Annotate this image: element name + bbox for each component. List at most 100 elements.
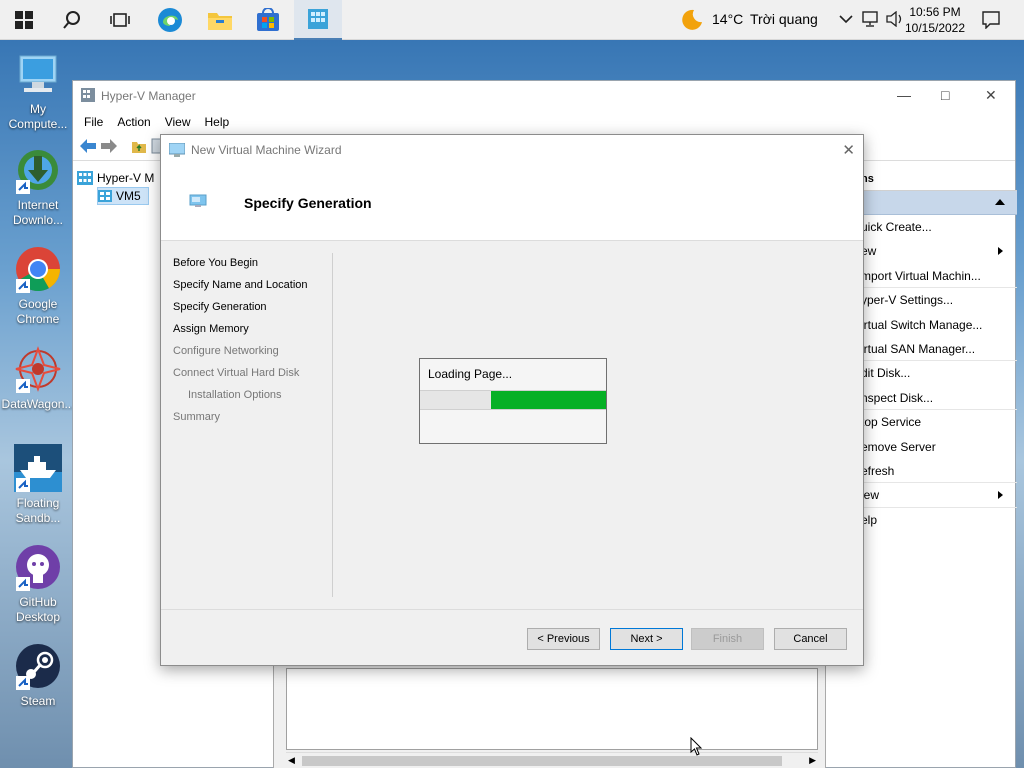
desktop-icon-my-computer[interactable]: My Compute... [0,50,76,132]
minimize-icon[interactable]: — [897,87,911,103]
desktop-icon-label: Floating Sandb... [15,496,61,525]
forward-arrow-icon[interactable] [100,138,118,157]
collapse-arrow-icon[interactable] [995,199,1005,205]
up-folder-icon[interactable] [131,138,147,157]
step-specify-generation[interactable]: Specify Generation [173,299,333,321]
desktop-icon-google-chrome[interactable]: Google Chrome [0,245,76,327]
desktop-icon-datawagon[interactable]: DataWagon... [0,345,76,412]
store-icon[interactable] [244,0,292,40]
chevron-up-icon[interactable] [839,12,853,29]
step-assign-memory[interactable]: Assign Memory [173,321,333,343]
desktop-icon-label: DataWagon... [1,397,75,411]
action-virtual-san-manager[interactable]: irtual SAN Manager... [857,337,1017,362]
hyperv-menu-bar: File Action View Help [73,111,1015,133]
hyperv-server-icon [77,171,93,185]
previous-button[interactable]: < Previous [527,628,600,650]
action-virtual-switch-manager[interactable]: irtual Switch Manage... [857,313,1017,337]
weather-temp[interactable]: 14°C [712,11,743,27]
download-manager-icon [14,146,62,194]
wizard-steps: Before You Begin Specify Name and Locati… [173,255,333,431]
desktop-icon-label: Steam [20,694,56,708]
horizontal-scrollbar[interactable]: ◀ ▶ [286,752,818,768]
desktop-icon-label: GitHub Desktop [15,595,61,624]
action-new[interactable]: ew [857,239,1017,263]
network-icon[interactable] [862,11,880,30]
task-view-icon[interactable] [96,0,144,40]
step-specify-name-location[interactable]: Specify Name and Location [173,277,333,299]
desktop-icon-internet-download[interactable]: Internet Downlo... [0,146,76,228]
steam-icon [14,642,62,690]
menu-help[interactable]: Help [198,115,237,129]
menu-view[interactable]: View [158,115,198,129]
action-import-vm[interactable]: mport Virtual Machin... [857,264,1017,289]
cancel-button[interactable]: Cancel [774,628,847,650]
tree-root-label: Hyper-V M [97,171,155,185]
clock[interactable]: 10:56 PM 10/15/2022 [900,4,970,36]
action-refresh[interactable]: efresh [857,459,1017,484]
hyperv-title: Hyper-V Manager [101,89,196,103]
hyperv-tree: Hyper-V M VM5 [77,169,167,205]
wizard-footer-divider [161,609,863,610]
loading-dialog: Loading Page... [419,358,607,444]
details-pane: ◀ ▶ [273,661,826,768]
actions-section-header[interactable] [857,191,1017,215]
scroll-right-icon[interactable]: ▶ [809,755,816,766]
desktop-icon-steam[interactable]: Steam [0,642,76,709]
wizard-title: New Virtual Machine Wizard [191,143,342,157]
action-stop-service[interactable]: top Service [857,410,1017,434]
desktop-icon-floating-sandbox[interactable]: Floating Sandb... [0,444,76,526]
wizard-page-title: Specify Generation [244,195,372,211]
action-hyperv-settings[interactable]: yper-V Settings... [857,288,1017,312]
step-configure-networking[interactable]: Configure Networking [173,343,333,365]
clock-time: 10:56 PM [909,5,961,19]
close-icon[interactable]: ✕ [842,141,855,159]
github-icon [14,543,62,591]
wizard-header: Specify Generation [161,165,863,241]
start-icon[interactable] [0,0,48,40]
menu-file[interactable]: File [77,115,110,129]
menu-action[interactable]: Action [110,115,157,129]
clock-date: 10/15/2022 [904,21,966,35]
maximize-icon[interactable]: □ [941,87,949,103]
loading-text: Loading Page... [428,367,513,381]
scrollbar-thumb[interactable] [302,756,782,766]
next-button[interactable]: Next > [610,628,683,650]
hyperv-icon[interactable] [294,0,342,40]
submenu-arrow-icon [998,491,1003,500]
computer-icon [14,50,62,98]
details-box [286,668,818,750]
ship-icon [14,444,62,492]
tree-root[interactable]: Hyper-V M [77,169,167,187]
step-connect-vhd[interactable]: Connect Virtual Hard Disk [173,365,333,387]
wizard-title-bar[interactable]: New Virtual Machine Wizard ✕ [161,135,863,165]
action-inspect-disk[interactable]: nspect Disk... [857,386,1017,411]
desktop-icon-github-desktop[interactable]: GitHub Desktop [0,543,76,625]
scroll-left-icon[interactable]: ◀ [288,755,295,766]
chrome-icon [14,245,62,293]
loading-progress-fill [490,391,606,409]
hyperv-title-bar[interactable]: Hyper-V Manager — □ ✕ [73,81,1015,111]
action-view[interactable]: iew [857,483,1017,508]
wizard-app-icon [168,142,186,160]
hyperv-app-icon [81,87,95,105]
action-help[interactable]: elp [857,508,1017,532]
finish-button[interactable]: Finish [691,628,764,650]
action-edit-disk[interactable]: dit Disk... [857,361,1017,385]
weather-desc[interactable]: Trời quang [750,11,818,27]
step-installation-options[interactable]: Installation Options [173,387,333,409]
step-summary[interactable]: Summary [173,409,333,431]
tree-item-vm5[interactable]: VM5 [97,187,149,205]
back-arrow-icon[interactable] [79,138,97,157]
search-icon[interactable] [48,0,96,40]
file-explorer-icon[interactable] [196,0,244,40]
action-remove-server[interactable]: emove Server [857,435,1017,459]
action-quick-create[interactable]: uick Create... [857,215,1017,239]
step-before-you-begin[interactable]: Before You Begin [173,255,333,277]
notification-icon[interactable] [982,11,1000,32]
submenu-arrow-icon [998,247,1003,256]
edge-icon[interactable] [146,0,194,40]
actions-pane: ns uick Create... ew mport Virtual Machi… [857,169,1017,532]
datawagon-icon [14,345,62,393]
desktop-icon-label: Internet Downlo... [12,198,64,227]
close-icon[interactable]: ✕ [985,87,997,104]
